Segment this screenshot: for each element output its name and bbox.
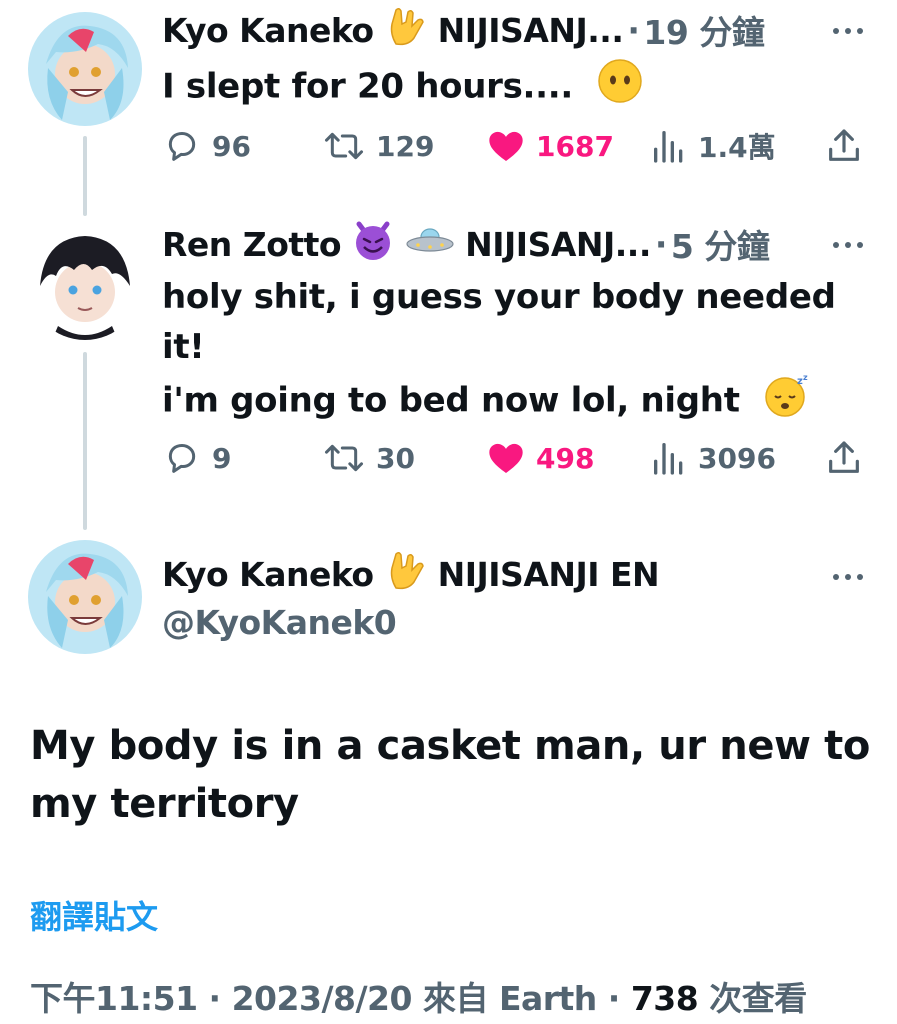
views-button[interactable]: 1.4萬 <box>650 126 776 166</box>
views-label: 次查看 <box>709 979 807 1018</box>
more-icon[interactable] <box>831 236 865 255</box>
retweet-icon <box>325 132 363 160</box>
reply-count: 96 <box>212 129 251 163</box>
tweet-header: Ren Zotto NIJISANJ... · 5 分鐘 <box>162 220 770 268</box>
dot-separator: · <box>627 10 640 50</box>
heart-icon <box>489 131 523 161</box>
avatar-kyo[interactable] <box>28 12 142 126</box>
main-tweet-header: Kyo Kaneko NIJISANJI EN <box>162 551 660 596</box>
retweet-count: 129 <box>376 129 435 163</box>
no-mouth-face-emoji <box>597 58 643 118</box>
share-button[interactable] <box>824 438 874 478</box>
like-button[interactable]: 498 <box>486 438 594 478</box>
views-total: 738 <box>630 979 699 1018</box>
like-count: 498 <box>536 441 595 475</box>
reply-icon <box>168 444 196 473</box>
avatar-kyo[interactable] <box>28 540 142 654</box>
tweet-text-line: I slept for 20 hours.... <box>162 66 574 107</box>
dot-separator: · <box>607 979 621 1018</box>
views-icon <box>654 443 683 475</box>
tweet-2[interactable]: Ren Zotto NIJISANJ... · 5 分鐘 holy shit, … <box>0 220 897 512</box>
like-count: 1687 <box>536 129 614 163</box>
views-button[interactable]: 3096 <box>650 438 776 478</box>
retweet-button[interactable]: 30 <box>322 438 415 478</box>
post-time[interactable]: 下午11:51 <box>30 979 198 1018</box>
avatar-ren[interactable] <box>28 226 142 340</box>
source-name: Earth <box>498 979 597 1018</box>
tweet-1[interactable]: Kyo Kaneko NIJISANJ... · 19 分鐘 I slept f… <box>0 0 897 200</box>
display-name[interactable]: Kyo Kaneko <box>162 555 374 594</box>
affiliation: NIJISANJ... <box>465 224 651 264</box>
tweet-text-line: holy shit, i guess your body needed <box>162 277 836 317</box>
translate-post-link[interactable]: 翻譯貼文 <box>30 892 158 938</box>
tweet-meta-footer: 下午11:51 · 2023/8/20 來自 Earth · 738 次查看 <box>30 972 807 1020</box>
action-bar: 9 30 498 3096 <box>162 438 867 478</box>
love-you-gesture-emoji <box>384 4 428 56</box>
main-tweet-text: My body is in a casket man, ur new to my… <box>30 723 870 827</box>
handle-text: @KyoKanek0 <box>162 602 397 642</box>
retweet-button[interactable]: 129 <box>322 126 434 166</box>
ufo-emoji <box>405 220 455 268</box>
smiling-devil-emoji <box>351 218 395 270</box>
sleeping-face-emoji: zz <box>763 372 811 432</box>
svg-text:z: z <box>803 373 808 382</box>
affiliation: NIJISANJI EN <box>437 554 660 594</box>
affiliation: NIJISANJ... <box>437 10 624 50</box>
more-icon[interactable] <box>831 22 865 41</box>
share-icon <box>829 441 859 473</box>
tweet-text-line: it! <box>162 327 205 367</box>
tweet-time[interactable]: 5 分鐘 <box>671 220 770 268</box>
more-icon[interactable] <box>831 568 865 587</box>
share-button[interactable] <box>824 126 874 166</box>
share-icon <box>829 129 859 161</box>
display-name[interactable]: Kyo Kaneko <box>162 11 374 50</box>
views-count: 3096 <box>698 441 776 475</box>
post-date[interactable]: 2023/8/20 <box>232 979 413 1018</box>
handle[interactable]: @KyoKanek0 <box>162 600 397 644</box>
reply-icon <box>168 132 196 161</box>
views-count: 1.4萬 <box>698 131 776 164</box>
retweet-icon <box>325 444 363 472</box>
tweet-text: I slept for 20 hours.... <box>162 58 653 118</box>
dot-separator: · <box>654 224 668 264</box>
retweet-count: 30 <box>376 441 415 475</box>
dot-separator: · <box>208 979 222 1018</box>
tweet-time[interactable]: 19 分鐘 <box>643 6 764 54</box>
tweet-text-line: i'm going to bed now lol, night <box>162 380 740 421</box>
display-name[interactable]: Ren Zotto <box>162 225 342 264</box>
tweet-header: Kyo Kaneko NIJISANJ... · 19 分鐘 <box>162 6 765 54</box>
like-button[interactable]: 1687 <box>486 126 614 166</box>
reply-button[interactable]: 9 <box>162 438 231 478</box>
tweet-text: holy shit, i guess your body needed it! … <box>162 272 836 432</box>
action-bar: 96 129 1687 1.4萬 <box>162 126 867 166</box>
reply-button[interactable]: 96 <box>162 126 251 166</box>
reply-count: 9 <box>212 441 232 475</box>
love-you-gesture-emoji <box>384 548 428 600</box>
source-prefix: 來自 <box>422 979 489 1018</box>
heart-icon <box>489 443 523 473</box>
views-icon <box>654 131 683 163</box>
